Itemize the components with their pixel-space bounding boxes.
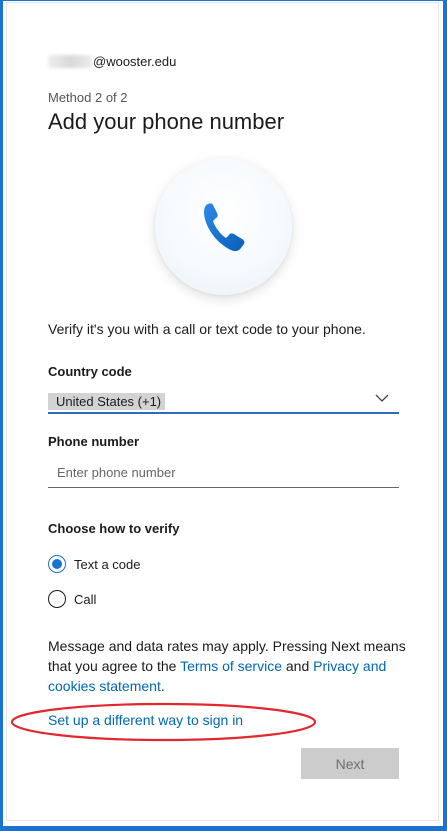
account-email-suffix: @wooster.edu: [93, 54, 177, 69]
redacted-username: [48, 55, 92, 68]
country-code-select[interactable]: United States (+1): [48, 388, 399, 414]
phone-icon: [203, 202, 244, 251]
terms-notice: Message and data rates may apply. Pressi…: [48, 636, 408, 696]
phone-number-input[interactable]: [48, 458, 399, 488]
description-text: Verify it's you with a call or text code…: [48, 321, 366, 337]
radio-label-text-a-code: Text a code: [74, 556, 141, 572]
radio-text-a-code[interactable]: Text a code: [48, 555, 141, 573]
notice-text-after: .: [160, 678, 165, 694]
chevron-down-icon: [375, 394, 389, 402]
page-title: Add your phone number: [48, 109, 285, 134]
terms-of-service-link[interactable]: Terms of service: [180, 658, 282, 674]
country-code-label: Country code: [48, 364, 132, 379]
country-code-value: United States (+1): [48, 393, 166, 410]
radio-dot: [52, 559, 62, 569]
phone-number-label: Phone number: [48, 434, 140, 449]
radio-button-unchecked[interactable]: [48, 590, 66, 608]
method-step: Method 2 of 2: [48, 90, 128, 105]
annotation-ellipse: [10, 702, 317, 742]
next-button[interactable]: Next: [301, 748, 399, 779]
radio-call[interactable]: Call: [48, 590, 96, 608]
notice-text-middle: and: [282, 658, 314, 674]
phone-illustration: [155, 158, 292, 295]
radio-button-checked[interactable]: [48, 555, 66, 573]
verify-method-label: Choose how to verify: [48, 521, 180, 536]
radio-label-call: Call: [74, 591, 97, 607]
account-identifier: @wooster.edu: [48, 54, 176, 69]
